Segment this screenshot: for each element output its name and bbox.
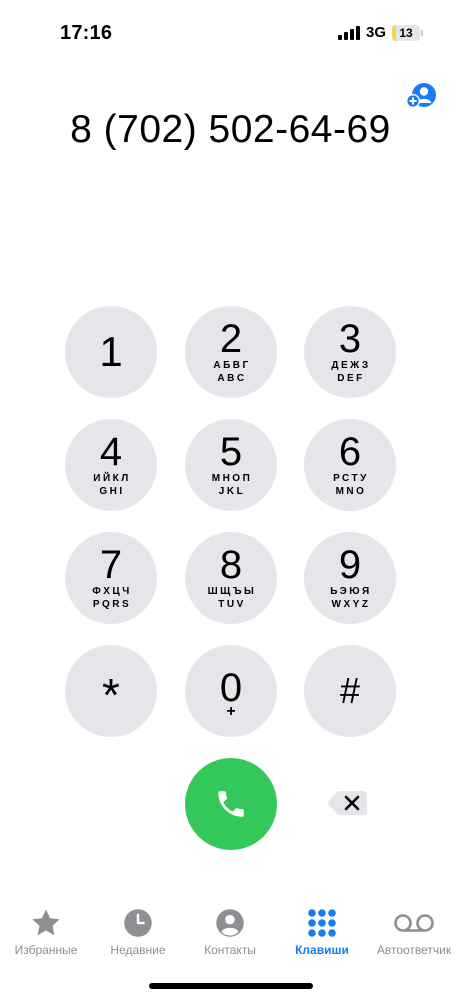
clock-icon <box>124 909 152 937</box>
keypad: 1 2 АБВГ ABC 3 ДЕЖЗ DEF 4 ИЙКЛ GHI 5 МНО… <box>0 0 461 860</box>
tab-favorites[interactable]: Избранные <box>0 906 92 957</box>
key-4[interactable]: 4 ИЙКЛ GHI <box>65 419 157 511</box>
key-6[interactable]: 6 РСТУ MNO <box>304 419 396 511</box>
key-5[interactable]: 5 МНОП JKL <box>185 419 277 511</box>
tab-label: Избранные <box>14 943 78 957</box>
key-digit: 0 <box>219 666 243 710</box>
call-button[interactable] <box>185 758 277 850</box>
tab-label: Контакты <box>204 943 256 957</box>
key-letters-ru: ЬЭЮЯ <box>330 586 372 597</box>
tab-label: Автоответчик <box>376 943 452 957</box>
home-indicator[interactable] <box>149 983 313 989</box>
key-digit: 4 <box>99 430 123 474</box>
tab-label: Клавиши <box>295 943 349 957</box>
key-digit: 7 <box>99 543 123 587</box>
key-0[interactable]: 0 + <box>185 645 277 737</box>
key-star[interactable]: * <box>65 645 157 737</box>
star-icon <box>32 909 60 936</box>
key-letters-en: MNO <box>335 486 367 497</box>
phone-icon <box>218 791 244 817</box>
key-letters-en: TUV <box>218 599 246 610</box>
key-digit: # <box>339 670 361 711</box>
key-letters-en: DEF <box>337 373 365 384</box>
key-digit: * <box>102 669 120 721</box>
key-hash[interactable]: # <box>304 645 396 737</box>
key-letters-en: GHI <box>99 486 125 497</box>
key-letters-en: WXYZ <box>331 599 371 610</box>
tab-voicemail[interactable]: Автоответчик <box>368 906 460 957</box>
key-digit: 8 <box>219 543 243 587</box>
tab-contacts[interactable]: Контакты <box>184 906 276 957</box>
key-letters-ru: ИЙКЛ <box>93 473 131 484</box>
keypad-icon <box>308 909 336 937</box>
key-7[interactable]: 7 ФХЦЧ PQRS <box>65 532 157 624</box>
key-letters-ru: МНОП <box>211 473 253 484</box>
key-letters-en: PQRS <box>92 599 132 610</box>
key-plus: + <box>226 703 236 720</box>
person-icon <box>216 909 244 937</box>
key-letters-ru: ДЕЖЗ <box>331 360 371 371</box>
key-digit: 1 <box>99 328 123 375</box>
delete-button[interactable] <box>326 789 368 817</box>
backspace-icon <box>327 791 367 815</box>
voicemail-icon <box>394 914 434 932</box>
tab-keypad[interactable]: Клавиши <box>276 906 368 957</box>
key-digit: 9 <box>338 543 362 587</box>
key-digit: 5 <box>219 430 243 474</box>
key-digit: 6 <box>338 430 362 474</box>
tab-label: Недавние <box>110 943 166 957</box>
key-9[interactable]: 9 ЬЭЮЯ WXYZ <box>304 532 396 624</box>
key-1[interactable]: 1 <box>65 306 157 398</box>
key-8[interactable]: 8 ШЩЪЫ TUV <box>185 532 277 624</box>
tab-bar: Избранные Недавние Контакты Клавиши Авто… <box>0 900 461 970</box>
key-letters-en: JKL <box>218 486 246 497</box>
key-letters-ru: ФХЦЧ <box>92 586 132 597</box>
tab-recents[interactable]: Недавние <box>92 906 184 957</box>
key-letters-ru: АБВГ <box>213 360 251 371</box>
key-letters-en: ABC <box>217 373 247 384</box>
key-3[interactable]: 3 ДЕЖЗ DEF <box>304 306 396 398</box>
key-letters-ru: РСТУ <box>333 473 369 484</box>
key-digit: 3 <box>338 317 362 361</box>
key-2[interactable]: 2 АБВГ ABC <box>185 306 277 398</box>
key-digit: 2 <box>219 317 243 361</box>
key-letters-ru: ШЩЪЫ <box>207 586 257 597</box>
